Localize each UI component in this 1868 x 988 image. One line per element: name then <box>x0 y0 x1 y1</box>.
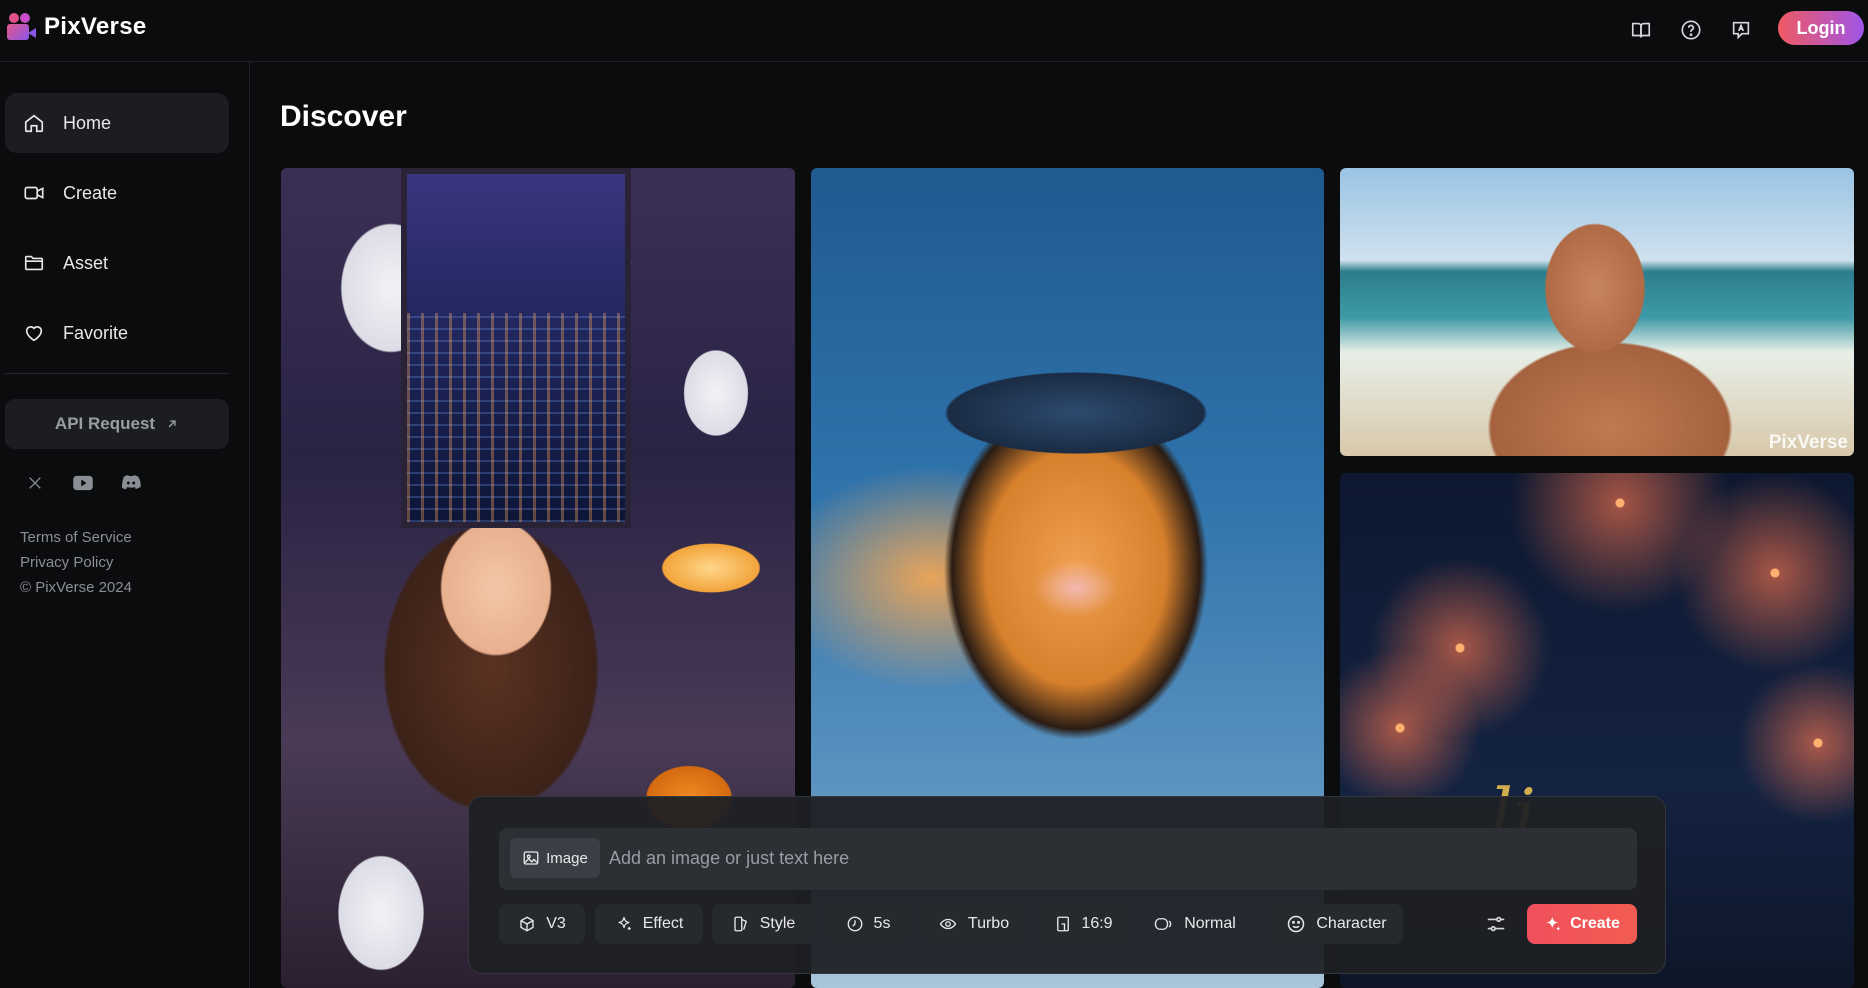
logo[interactable]: PixVerse <box>6 12 147 42</box>
external-link-icon <box>165 417 179 431</box>
video-camera-icon <box>23 182 45 204</box>
sidebar-item-asset[interactable]: Asset <box>5 233 229 293</box>
option-label: V3 <box>546 915 566 932</box>
settings-sliders-icon[interactable] <box>1484 912 1508 936</box>
sidebar-item-label: Favorite <box>63 322 129 343</box>
login-button[interactable]: Login <box>1778 11 1864 45</box>
image-upload-label: Image <box>546 849 588 867</box>
model-version-button[interactable]: V3 <box>499 904 585 944</box>
option-label: 16:9 <box>1081 915 1113 932</box>
sidebar-item-label: Asset <box>63 252 109 273</box>
eye-icon <box>938 915 958 933</box>
turbo-button[interactable]: Turbo <box>920 904 1027 944</box>
prompt-panel: Image V3 Effect Style 5s Turbo 16:9 Norm… <box>468 796 1666 974</box>
translate-icon[interactable] <box>1728 17 1754 43</box>
aspect-ratio-button[interactable]: 16:9 <box>1037 904 1131 944</box>
book-icon[interactable] <box>1628 17 1654 43</box>
heart-icon <box>23 322 45 344</box>
logo-icon <box>6 12 36 42</box>
sidebar-item-create[interactable]: Create <box>5 163 229 223</box>
sidebar-item-home[interactable]: Home <box>5 93 229 153</box>
privacy-link[interactable]: Privacy Policy <box>20 550 132 575</box>
motion-icon <box>1152 915 1174 933</box>
help-icon[interactable] <box>1678 17 1704 43</box>
x-icon[interactable] <box>24 472 46 494</box>
effect-button[interactable]: Effect <box>595 904 703 944</box>
motion-mode-button[interactable]: Normal <box>1141 904 1247 944</box>
logo-text: PixVerse <box>44 13 147 40</box>
folder-icon <box>23 252 45 274</box>
clock-icon <box>846 915 864 933</box>
terms-link[interactable]: Terms of Service <box>20 525 132 550</box>
watermark: PixVerse <box>1768 432 1848 453</box>
image-icon <box>522 849 540 867</box>
cube-icon <box>518 915 536 933</box>
prompt-input[interactable] <box>609 838 1619 878</box>
aspect-ratio-icon <box>1055 915 1071 933</box>
option-label: Style <box>759 915 796 932</box>
sidebar-divider <box>5 373 229 374</box>
api-request-button[interactable]: API Request <box>5 399 229 449</box>
style-button[interactable]: Style <box>712 904 815 944</box>
sparkle-icon <box>1544 915 1562 933</box>
social-links <box>24 472 142 494</box>
sidebar: Home Create Asset Favorite API Request T… <box>0 62 250 988</box>
sidebar-item-favorite[interactable]: Favorite <box>5 303 229 363</box>
copyright-text: © PixVerse 2024 <box>20 579 132 596</box>
api-request-label: API Request <box>54 414 156 433</box>
sidebar-item-label: Create <box>63 182 118 203</box>
page-title: Discover <box>280 100 407 133</box>
image-upload-button[interactable]: Image <box>510 838 600 878</box>
duration-button[interactable]: 5s <box>825 904 911 944</box>
sidebar-item-label: Home <box>63 112 112 133</box>
sparkle-icon <box>615 915 633 933</box>
character-button[interactable]: Character <box>1270 904 1403 944</box>
style-icon <box>732 915 750 933</box>
create-button[interactable]: Create <box>1527 904 1637 944</box>
option-label: 5s <box>873 915 891 932</box>
option-label: Normal <box>1184 915 1236 932</box>
gallery-image-detail <box>401 168 631 528</box>
home-icon <box>23 112 45 134</box>
youtube-icon[interactable] <box>72 472 94 494</box>
option-label: Character <box>1316 915 1387 932</box>
option-label: Turbo <box>967 915 1010 932</box>
prompt-box: Image <box>499 828 1637 890</box>
option-label: Effect <box>642 915 684 932</box>
smiley-icon <box>1286 914 1306 934</box>
footer-links: Terms of Service Privacy Policy © PixVer… <box>20 525 132 600</box>
discord-icon[interactable] <box>120 472 142 494</box>
gallery-item-beach[interactable]: PixVerse <box>1340 168 1854 456</box>
create-label: Create <box>1570 915 1620 932</box>
top-bar: PixVerse Login <box>0 0 1868 62</box>
